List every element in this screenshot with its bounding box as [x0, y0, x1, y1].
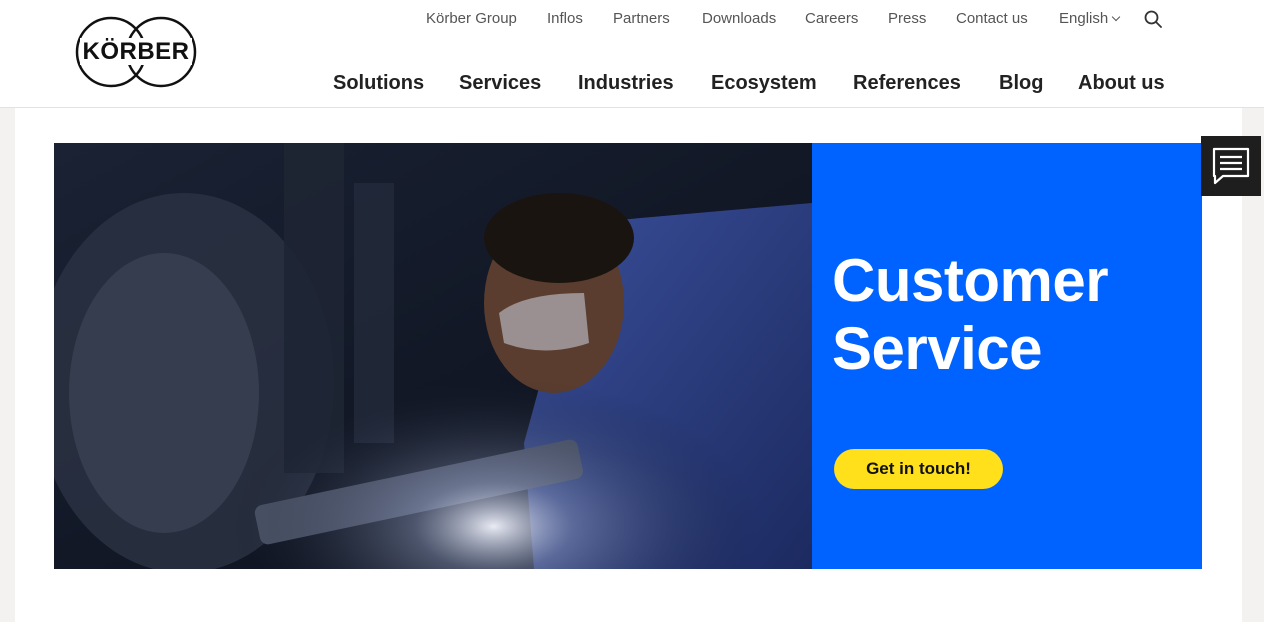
nav-item-blog[interactable]: Blog — [999, 72, 1043, 95]
meta-link-downloads[interactable]: Downloads — [702, 10, 776, 27]
meta-link-press[interactable]: Press — [888, 10, 926, 27]
meta-link-korber-group[interactable]: Körber Group — [426, 10, 517, 27]
hero-title-line1: Customer — [832, 247, 1109, 314]
chat-icon — [1212, 147, 1250, 185]
hero-image — [54, 143, 812, 569]
nav-item-references[interactable]: References — [853, 72, 961, 95]
meta-link-careers[interactable]: Careers — [805, 10, 858, 27]
hero-panel: Customer Service Get in touch! — [812, 143, 1202, 569]
nav-item-industries[interactable]: Industries — [578, 72, 674, 95]
hero-title-line2: Service — [832, 315, 1043, 382]
chevron-down-icon — [1111, 12, 1121, 22]
nav-item-services[interactable]: Services — [459, 72, 541, 95]
main-navigation: Solutions Services Industries Ecosystem … — [0, 72, 1264, 98]
language-selector[interactable]: English — [1059, 10, 1121, 27]
search-icon[interactable] — [1144, 10, 1162, 28]
meta-link-partners[interactable]: Partners — [613, 10, 670, 27]
meta-navigation: Körber Group Inflos Partners Downloads C… — [0, 10, 1264, 30]
language-label: English — [1059, 10, 1109, 27]
get-in-touch-button[interactable]: Get in touch! — [834, 449, 1003, 489]
nav-item-solutions[interactable]: Solutions — [333, 72, 424, 95]
meta-link-inflos[interactable]: Inflos — [547, 10, 583, 27]
hero-title: Customer Service — [832, 247, 1192, 383]
logo-wordmark: KÖRBER — [80, 38, 192, 65]
chat-button[interactable] — [1201, 136, 1261, 196]
site-header: KÖRBER Körber Group Inflos Partners Down… — [0, 0, 1264, 108]
nav-item-about-us[interactable]: About us — [1078, 72, 1165, 95]
meta-link-contact-us[interactable]: Contact us — [956, 10, 1028, 27]
nav-item-ecosystem[interactable]: Ecosystem — [711, 72, 817, 95]
